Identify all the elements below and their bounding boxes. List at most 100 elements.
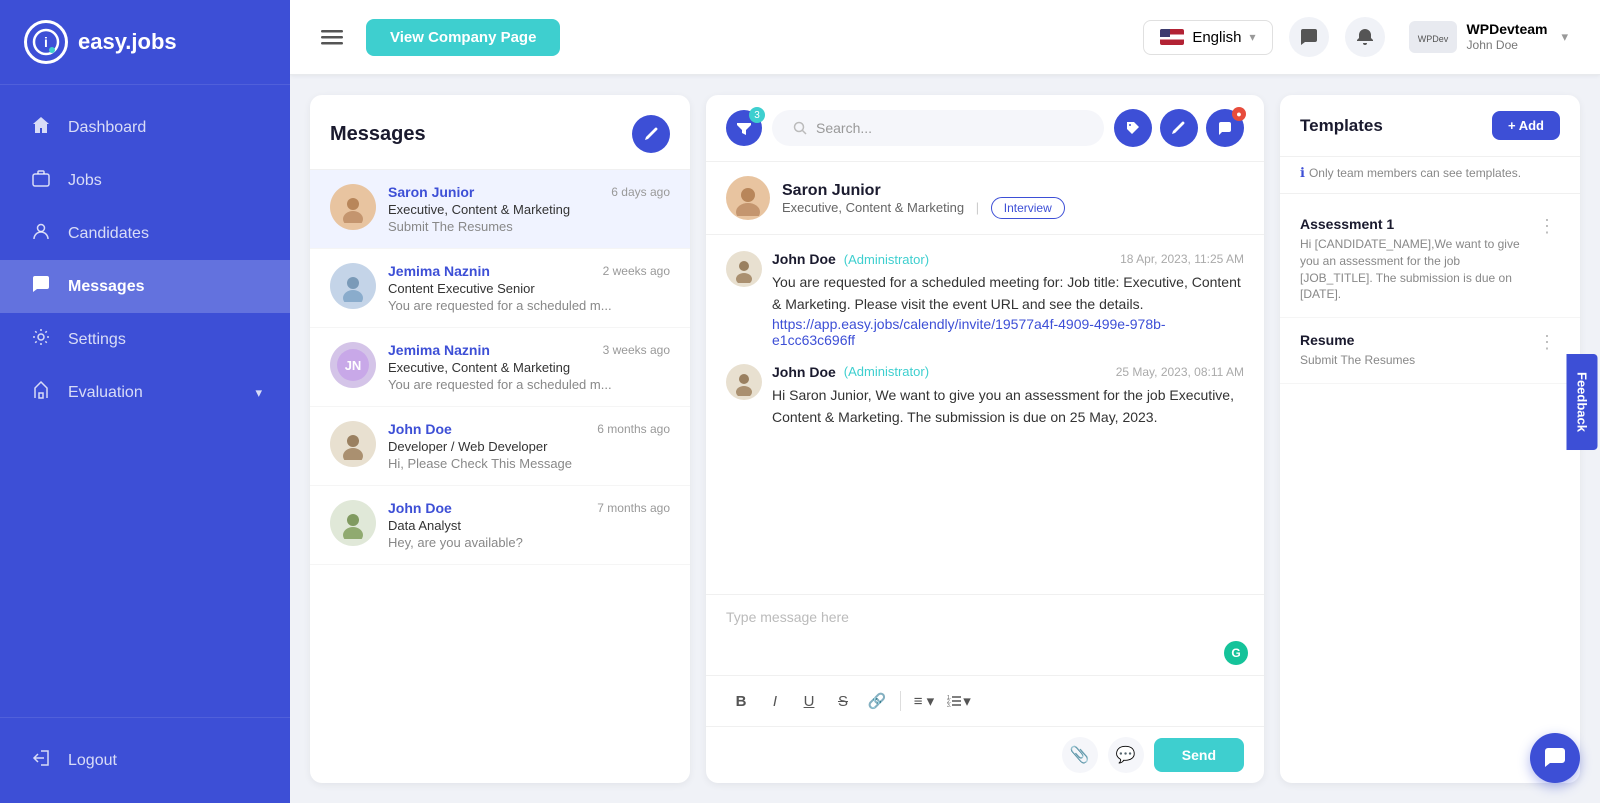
template-item[interactable]: Resume Submit The Resumes ⋮ bbox=[1280, 318, 1580, 384]
grammarly-icon: G bbox=[1224, 641, 1248, 665]
avatar bbox=[330, 421, 376, 467]
message-avatar bbox=[726, 251, 762, 287]
conversation-list-panel: Messages Saron Junior 6 days ago Ex bbox=[310, 95, 690, 783]
avatar bbox=[330, 500, 376, 546]
conv-preview: You are requested for a scheduled m... bbox=[388, 298, 670, 313]
chat-composer: Type message here G B I U S 🔗 ≡ ▾ 1.2.3.… bbox=[706, 594, 1264, 783]
template-content: Assessment 1 Hi [CANDIDATE_NAME],We want… bbox=[1300, 216, 1534, 303]
message-body: John Doe (Administrator) 25 May, 2023, 0… bbox=[772, 364, 1244, 429]
menu-toggle-button[interactable] bbox=[314, 19, 350, 55]
feedback-tab[interactable]: Feedback bbox=[1567, 354, 1598, 450]
bold-button[interactable]: B bbox=[726, 686, 756, 716]
conv-role: Data Analyst bbox=[388, 518, 670, 533]
sidebar-label-settings: Settings bbox=[68, 331, 126, 349]
sidebar-item-messages[interactable]: Messages bbox=[0, 260, 290, 313]
sidebar-item-jobs[interactable]: Jobs bbox=[0, 154, 290, 207]
template-menu-button[interactable]: ⋮ bbox=[1534, 216, 1560, 237]
filter-count-badge: 3 bbox=[749, 107, 765, 123]
sidebar-item-settings[interactable]: Settings bbox=[0, 313, 290, 366]
view-company-page-button[interactable]: View Company Page bbox=[366, 19, 560, 56]
candidates-icon bbox=[28, 221, 54, 246]
conversation-item[interactable]: Jemima Naznin 2 weeks ago Content Execut… bbox=[310, 249, 690, 328]
templates-list: Assessment 1 Hi [CANDIDATE_NAME],We want… bbox=[1280, 194, 1580, 783]
send-button[interactable]: Send bbox=[1154, 738, 1244, 772]
conversation-item[interactable]: JN Jemima Naznin 3 weeks ago Executive, … bbox=[310, 328, 690, 407]
sidebar-item-candidates[interactable]: Candidates bbox=[0, 207, 290, 260]
conv-name: Jemima Naznin bbox=[388, 342, 490, 358]
chevron-down-icon: ▾ bbox=[1561, 29, 1568, 45]
composer-toolbar: B I U S 🔗 ≡ ▾ 1.2.3. ▾ bbox=[706, 675, 1264, 726]
active-chat-user-info: Saron Junior Executive, Content & Market… bbox=[782, 182, 1065, 215]
jobs-icon bbox=[28, 168, 54, 193]
list-button[interactable]: ≡ ▾ bbox=[909, 686, 939, 716]
conversation-item[interactable]: John Doe 6 months ago Developer / Web De… bbox=[310, 407, 690, 486]
sidebar-label-candidates: Candidates bbox=[68, 225, 149, 243]
conversation-item[interactable]: Saron Junior 6 days ago Executive, Conte… bbox=[310, 170, 690, 249]
emoji-button[interactable]: 💬 bbox=[1108, 737, 1144, 773]
conv-preview: Submit The Resumes bbox=[388, 219, 670, 234]
conv-time: 6 months ago bbox=[597, 422, 670, 436]
compose-icon-button[interactable]: ● bbox=[1206, 109, 1244, 147]
message-role: (Administrator) bbox=[844, 364, 929, 379]
active-chat-role: Executive, Content & Marketing | Intervi… bbox=[782, 200, 1065, 215]
user-menu[interactable]: WPDev WPDevteam John Doe ▾ bbox=[1401, 16, 1576, 58]
chat-support-button[interactable] bbox=[1530, 733, 1580, 783]
messages-area: Messages Saron Junior 6 days ago Ex bbox=[290, 75, 1600, 803]
link-button[interactable]: 🔗 bbox=[862, 686, 892, 716]
conversation-info: John Doe 6 months ago Developer / Web De… bbox=[388, 421, 670, 471]
attach-button[interactable]: 📎 bbox=[1062, 737, 1098, 773]
conversation-item[interactable]: John Doe 7 months ago Data Analyst Hey, … bbox=[310, 486, 690, 565]
conv-role: Executive, Content & Marketing bbox=[388, 360, 670, 375]
template-item[interactable]: Assessment 1 Hi [CANDIDATE_NAME],We want… bbox=[1280, 202, 1580, 318]
strikethrough-button[interactable]: S bbox=[828, 686, 858, 716]
language-selector[interactable]: English ▾ bbox=[1143, 20, 1272, 55]
compose-button[interactable] bbox=[632, 115, 670, 153]
message-link[interactable]: https://app.easy.jobs/calendly/invite/19… bbox=[772, 316, 1244, 348]
template-preview: Hi [CANDIDATE_NAME],We want to give you … bbox=[1300, 236, 1534, 303]
language-label: English bbox=[1192, 29, 1241, 46]
message-input[interactable]: Type message here G bbox=[706, 595, 1264, 675]
sidebar-item-dashboard[interactable]: Dashboard bbox=[0, 101, 290, 154]
user-team-name: WPDevteam bbox=[1467, 20, 1548, 38]
notification-badge: ● bbox=[1232, 107, 1246, 121]
italic-button[interactable]: I bbox=[760, 686, 790, 716]
svg-text:WPDev: WPDev bbox=[1417, 34, 1448, 44]
conversation-list-header: Messages bbox=[310, 95, 690, 170]
toolbar-divider bbox=[900, 691, 901, 711]
svg-text:3.: 3. bbox=[947, 703, 951, 709]
user-info: WPDevteam John Doe bbox=[1467, 20, 1548, 54]
template-menu-button[interactable]: ⋮ bbox=[1534, 332, 1560, 353]
sidebar-label-jobs: Jobs bbox=[68, 172, 102, 190]
message-sender: John Doe bbox=[772, 251, 836, 267]
templates-note: ℹ Only team members can see templates. bbox=[1280, 157, 1580, 194]
home-icon bbox=[28, 115, 54, 140]
sidebar-label-logout: Logout bbox=[68, 752, 117, 770]
logo-icon: i bbox=[24, 20, 68, 64]
conv-name: John Doe bbox=[388, 421, 452, 437]
tag-icon-button[interactable] bbox=[1114, 109, 1152, 147]
message-role: (Administrator) bbox=[844, 252, 929, 267]
user-display-name: John Doe bbox=[1467, 38, 1548, 54]
conversation-info: Jemima Naznin 3 weeks ago Executive, Con… bbox=[388, 342, 670, 392]
filter-button[interactable]: 3 bbox=[726, 110, 762, 146]
avatar: JN bbox=[330, 342, 376, 388]
underline-button[interactable]: U bbox=[794, 686, 824, 716]
interview-tag: Interview bbox=[991, 197, 1065, 219]
ordered-list-button[interactable]: 1.2.3. ▾ bbox=[943, 686, 973, 716]
messages-header-button[interactable] bbox=[1289, 17, 1329, 57]
edit-icon-button[interactable] bbox=[1160, 109, 1198, 147]
search-input[interactable]: Search... bbox=[772, 110, 1104, 146]
message-text: Hi Saron Junior, We want to give you an … bbox=[772, 384, 1244, 429]
message-header: John Doe (Administrator) 18 Apr, 2023, 1… bbox=[772, 251, 1244, 267]
add-template-button[interactable]: + Add bbox=[1492, 111, 1560, 140]
notifications-button[interactable] bbox=[1345, 17, 1385, 57]
logout-button[interactable]: Logout bbox=[0, 734, 290, 787]
active-chat-header: Saron Junior Executive, Content & Market… bbox=[706, 162, 1264, 235]
conv-name: Saron Junior bbox=[388, 184, 474, 200]
logout-icon bbox=[28, 748, 54, 773]
templates-panel: Templates + Add ℹ Only team members can … bbox=[1280, 95, 1580, 783]
sidebar-item-evaluation[interactable]: Evaluation ▾ bbox=[0, 366, 290, 419]
conv-role: Content Executive Senior bbox=[388, 281, 670, 296]
message-text: You are requested for a scheduled meetin… bbox=[772, 271, 1244, 316]
chevron-down-icon: ▾ bbox=[255, 385, 262, 401]
